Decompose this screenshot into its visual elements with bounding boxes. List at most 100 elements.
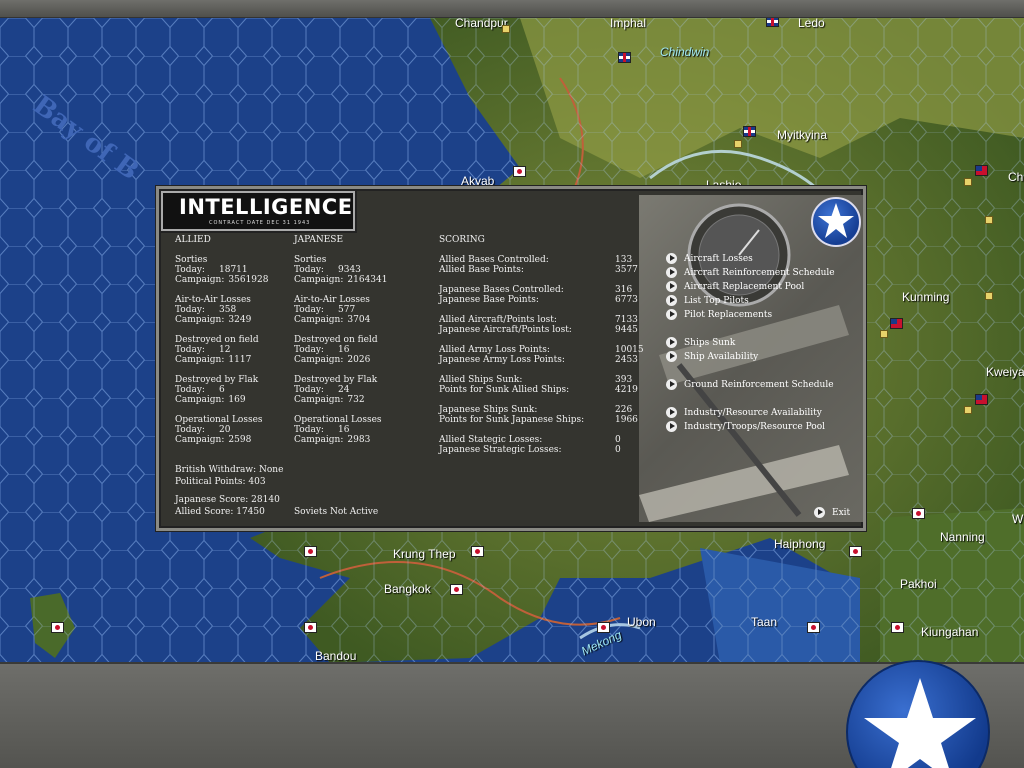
- stat-label: Air-to-Air Losses: [175, 295, 251, 305]
- scoring-value: 226: [615, 405, 633, 415]
- campaign-value: 2164341: [347, 275, 388, 285]
- japanese-destroyed-flak: Destroyed by Flak Today: 24 Campaign: 732: [294, 375, 377, 405]
- base-marker[interactable]: [734, 140, 742, 148]
- report-link-label: Ground Reinforcement Schedule: [684, 380, 834, 390]
- today-value: 6: [219, 385, 225, 395]
- china-flag-icon[interactable]: [975, 394, 988, 405]
- scoring-label: Allied Base Points:: [439, 265, 524, 275]
- panel-body: INTELLIGENCE CONTRACT DATE DEC 31 1943 A…: [161, 191, 863, 526]
- scoring-value: 316: [615, 285, 633, 295]
- base-marker[interactable]: [880, 330, 888, 338]
- japanese-operational: Operational Losses Today: 16 Campaign: 298…: [294, 415, 382, 445]
- japan-flag-icon[interactable]: [807, 622, 820, 633]
- stat-label: Destroyed by Flak: [175, 375, 259, 385]
- campaign-label: Campaign:: [294, 315, 344, 325]
- report-link[interactable]: Industry/Resource Availability: [666, 407, 822, 418]
- today-label: Today:: [294, 305, 324, 315]
- report-link[interactable]: Ground Reinforcement Schedule: [666, 379, 834, 390]
- base-marker[interactable]: [985, 292, 993, 300]
- campaign-value: 169: [228, 395, 246, 405]
- scoring-value: 7133: [615, 315, 638, 325]
- map-label-kiungahan: Kiungahan: [921, 625, 979, 639]
- today-label: Today:: [294, 385, 324, 395]
- scoring-label: Allied Ships Sunk:: [439, 375, 523, 385]
- uk-flag-icon[interactable]: [766, 18, 779, 27]
- intelligence-panel: INTELLIGENCE CONTRACT DATE DEC 31 1943 A…: [156, 186, 866, 531]
- scoring-label: Points for Sunk Japanese Ships:: [439, 415, 585, 425]
- allied-sorties: Sorties Today: 18711 Campaign: 3561928: [175, 255, 268, 285]
- report-link[interactable]: Aircraft Replacement Pool: [666, 281, 804, 292]
- map-label-imphal: Imphal: [610, 18, 647, 30]
- japan-flag-icon[interactable]: [849, 546, 862, 557]
- base-marker[interactable]: [502, 25, 510, 33]
- campaign-label: Campaign:: [175, 315, 225, 325]
- scoring-label: Allied Army Loss Points:: [439, 345, 550, 355]
- exit-label: Exit: [832, 508, 851, 518]
- uk-flag-icon[interactable]: [743, 126, 756, 137]
- map-label-ledo: Ledo: [798, 18, 825, 30]
- scoring-label: Japanese Strategic Losses:: [439, 445, 562, 455]
- allied-star-icon[interactable]: [846, 660, 990, 768]
- map-label-bandou: Bandou: [315, 649, 357, 663]
- report-link[interactable]: Pilot Replacements: [666, 309, 772, 320]
- stat-label: Sorties: [175, 255, 208, 265]
- base-marker[interactable]: [964, 406, 972, 414]
- japan-flag-icon[interactable]: [513, 166, 526, 177]
- japan-flag-icon[interactable]: [891, 622, 904, 633]
- report-link[interactable]: Ships Sunk: [666, 337, 735, 348]
- report-link[interactable]: Aircraft Reinforcement Schedule: [666, 267, 835, 278]
- report-link[interactable]: List Top Pilots: [666, 295, 749, 306]
- map-label-myitkyina: Myitkyina: [777, 128, 828, 142]
- japan-flag-icon[interactable]: [597, 622, 610, 633]
- uk-flag-icon[interactable]: [618, 52, 631, 63]
- japan-flag-icon[interactable]: [304, 546, 317, 557]
- scoring-value: 133: [615, 255, 633, 265]
- map-label-w: W: [1012, 512, 1024, 526]
- japan-flag-icon[interactable]: [450, 584, 463, 595]
- japan-flag-icon[interactable]: [51, 622, 64, 633]
- allied-destroyed-flak: Destroyed by Flak Today: 6 Campaign: 169: [175, 375, 258, 405]
- arrow-right-icon: [666, 421, 677, 432]
- scoring-value: 0: [615, 435, 621, 445]
- today-value: 16: [338, 345, 350, 355]
- report-link[interactable]: Ship Availability: [666, 351, 758, 362]
- exit-button[interactable]: Exit: [814, 507, 850, 518]
- stat-label: Destroyed on field: [175, 335, 259, 345]
- today-label: Today:: [175, 305, 205, 315]
- base-marker[interactable]: [985, 216, 993, 224]
- scoring-row: Points for Sunk Allied Ships: 4219: [439, 385, 638, 395]
- report-link[interactable]: Industry/Troops/Resource Pool: [666, 421, 825, 432]
- report-link[interactable]: Aircraft Losses: [666, 253, 753, 264]
- scoring-row: Allied Ships Sunk: 393: [439, 375, 632, 385]
- china-flag-icon[interactable]: [890, 318, 903, 329]
- map-label-chindwin: Chindwin: [660, 45, 710, 59]
- today-value: 577: [338, 305, 356, 315]
- scoring-label: Allied Aircraft/Points lost:: [439, 315, 557, 325]
- report-link-label: List Top Pilots: [684, 296, 749, 306]
- today-label: Today:: [175, 265, 205, 275]
- panel-title: INTELLIGENCE: [179, 195, 353, 219]
- campaign-label: Campaign:: [294, 275, 344, 285]
- british-withdraw: British Withdraw: None: [175, 465, 284, 475]
- campaign-label: Campaign:: [294, 395, 344, 405]
- today-label: Today:: [294, 425, 324, 435]
- scoring-row: Japanese Army Loss Points: 2453: [439, 355, 638, 365]
- japan-flag-icon[interactable]: [304, 622, 317, 633]
- intelligence-header: INTELLIGENCE CONTRACT DATE DEC 31 1943: [161, 191, 355, 231]
- report-link-label: Ships Sunk: [684, 338, 736, 348]
- political-points: Political Points: 403: [175, 477, 266, 487]
- map-label-krung-thep: Krung Thep: [393, 547, 456, 561]
- base-marker[interactable]: [964, 178, 972, 186]
- stat-label: Destroyed by Flak: [294, 375, 378, 385]
- map-label-ch: Ch: [1008, 170, 1024, 184]
- campaign-label: Campaign:: [175, 355, 225, 365]
- allied-air-to-air: Air-to-Air Losses Today: 358 Campaign: 324…: [175, 295, 251, 325]
- stat-label: Destroyed on field: [294, 335, 378, 345]
- japan-flag-icon[interactable]: [912, 508, 925, 519]
- china-flag-icon[interactable]: [975, 165, 988, 176]
- japanese-sorties: Sorties Today: 9343 Campaign: 2164341: [294, 255, 387, 285]
- scoring-row: Japanese Base Points: 6773: [439, 295, 638, 305]
- japan-flag-icon[interactable]: [471, 546, 484, 557]
- today-value: 24: [338, 385, 350, 395]
- campaign-value: 3249: [228, 315, 252, 325]
